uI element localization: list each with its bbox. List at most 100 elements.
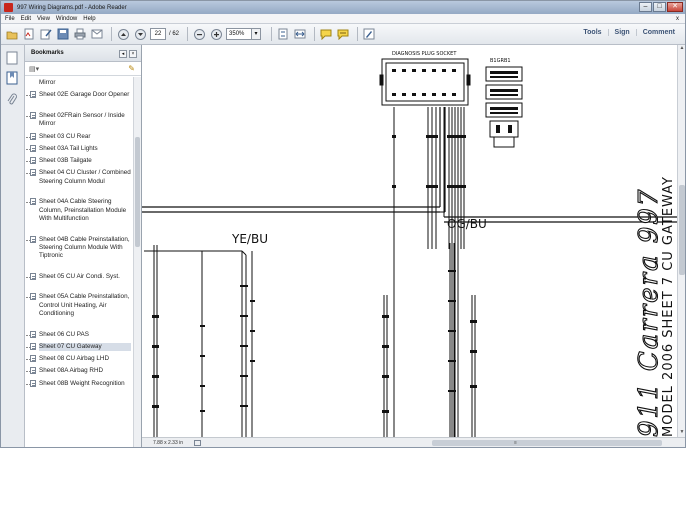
- bookmarks-icon[interactable]: [6, 71, 18, 85]
- bookmark-page-icon: [30, 111, 36, 119]
- menu-view[interactable]: View: [37, 16, 50, 22]
- panel-options-icon[interactable]: ◂: [119, 50, 127, 58]
- title-model: 911 Carrera 997: [634, 188, 664, 437]
- bookmark-item[interactable]: Sheet 08A Airbag RHD: [26, 367, 131, 375]
- bookmark-item[interactable]: Sheet 03 CU Rear: [26, 132, 131, 141]
- bookmark-item[interactable]: Sheet 04 CU Cluster / Combined Steering …: [26, 169, 131, 186]
- document-horizontal-scroll-thumb[interactable]: [432, 440, 662, 446]
- bookmark-item[interactable]: Sheet 02E Garage Door Opener: [26, 91, 131, 99]
- close-button[interactable]: ✕: [667, 2, 683, 12]
- zoom-out-icon[interactable]: [192, 27, 206, 41]
- bookmark-label: Sheet 07 CU Gateway: [39, 342, 102, 350]
- bookmark-page-icon: [30, 342, 36, 350]
- menu-help[interactable]: Help: [83, 16, 95, 22]
- toolbar-separator: [357, 27, 359, 41]
- zoom-in-icon[interactable]: [209, 27, 223, 41]
- bookmark-label: Sheet 04A Cable Steering Column, Preinst…: [39, 198, 127, 222]
- page-total: / 62: [169, 31, 180, 37]
- fit-width-icon[interactable]: [293, 27, 307, 41]
- bookmark-page-icon: [30, 330, 36, 338]
- minimize-button[interactable]: –: [639, 2, 652, 12]
- page-size-icon: [194, 440, 201, 446]
- zoom-level-input[interactable]: 350%: [226, 28, 253, 40]
- bookmark-item[interactable]: Sheet 07 CU Gateway: [26, 342, 131, 352]
- title-bar: 997 Wiring Diagrams.pdf - Adobe Reader –…: [1, 1, 685, 14]
- bookmark-item[interactable]: Sheet 02FRain Sensor / Inside Mirror: [26, 111, 131, 129]
- fit-page-icon[interactable]: [276, 27, 290, 41]
- bookmark-label: Sheet 06 CU PAS: [39, 330, 89, 338]
- bookmark-label: Sheet 02E Garage Door Opener: [39, 91, 130, 99]
- menu-bar: File Edit View Window Help x: [1, 14, 685, 24]
- maximize-button[interactable]: □: [653, 2, 666, 12]
- sign-pane-link[interactable]: Sign: [607, 29, 636, 36]
- bookmark-item[interactable]: Sheet 06 CU PAS: [26, 330, 131, 339]
- save-icon[interactable]: [56, 27, 70, 41]
- bookmark-item[interactable]: Sheet 05 CU Air Condi. Syst.: [26, 272, 131, 281]
- bookmarks-scroll-thumb[interactable]: [135, 137, 140, 247]
- new-bookmark-icon[interactable]: ✎: [128, 64, 135, 73]
- title-sheet: MODEL 2006 SHEET 7 CU GATEWAY: [661, 176, 676, 437]
- bookmark-item[interactable]: Sheet 04A Cable Steering Column, Preinst…: [26, 198, 131, 223]
- bookmark-item[interactable]: Sheet 03B Tailgate: [26, 157, 131, 165]
- scroll-up-icon[interactable]: ▲: [678, 45, 685, 53]
- bookmark-page-icon: [30, 198, 36, 206]
- create-pdf-icon[interactable]: [22, 27, 36, 41]
- menu-file[interactable]: File: [5, 16, 15, 22]
- toolbar-separator: [187, 27, 189, 41]
- menu-edit[interactable]: Edit: [21, 16, 31, 22]
- page-thumbnails-icon[interactable]: [6, 51, 18, 65]
- wire-label-ye-bu: YE/BU: [231, 232, 268, 246]
- close-document-button[interactable]: x: [676, 16, 679, 22]
- bookmarks-scrollbar[interactable]: [133, 77, 141, 447]
- bookmark-page-icon: [30, 367, 36, 375]
- tools-pane-link[interactable]: Tools: [577, 29, 607, 36]
- status-bar: 7.88 x 2.33 in ≡: [142, 437, 685, 447]
- open-folder-icon[interactable]: [5, 27, 19, 41]
- toolbar-separator: [111, 27, 112, 41]
- sign-icon[interactable]: [362, 27, 376, 41]
- edit-icon[interactable]: [39, 27, 53, 41]
- page-number-input[interactable]: 22: [150, 28, 166, 40]
- toolbar-separator: [271, 27, 273, 41]
- page-down-icon[interactable]: [133, 27, 147, 41]
- document-scroll-thumb[interactable]: [679, 185, 685, 275]
- bookmark-label: Sheet 03A Tail Lights: [39, 144, 98, 152]
- bookmark-item[interactable]: Sheet 08B Weight Recognition: [26, 379, 131, 388]
- email-icon[interactable]: [90, 27, 104, 41]
- bookmark-page-icon: [30, 355, 36, 363]
- close-panel-icon[interactable]: ×: [129, 50, 137, 58]
- scroll-down-icon[interactable]: ▼: [678, 429, 685, 437]
- bookmarks-header: Bookmarks ◂ ×: [25, 45, 141, 62]
- bookmark-item[interactable]: Sheet 04B Cable Preinstallation, Steerin…: [26, 235, 131, 261]
- bookmark-page-icon: [30, 379, 36, 387]
- highlight-icon[interactable]: [336, 27, 350, 41]
- bookmarks-title: Bookmarks: [31, 50, 64, 56]
- bookmark-page-icon: [30, 272, 36, 280]
- socket-label: DIAGNOSIS PLUG SOCKET: [392, 51, 457, 57]
- comment-icon[interactable]: [319, 27, 333, 41]
- comment-pane-link[interactable]: Comment: [635, 29, 681, 36]
- bookmark-page-icon: [30, 293, 36, 301]
- wiring-diagram-page: DIAGNOSIS PLUG SOCKET B1GRB1 YE/BU OG/BU…: [142, 51, 677, 437]
- document-vertical-scrollbar[interactable]: ▲ ▼: [677, 45, 685, 437]
- bookmark-item[interactable]: Sheet 08 CU Airbag LHD: [26, 355, 131, 363]
- bookmark-page-icon: [30, 91, 36, 99]
- bookmark-label: Sheet 08A Airbag RHD: [39, 367, 104, 375]
- menu-window[interactable]: Window: [56, 16, 77, 22]
- bookmark-item[interactable]: Sheet 05A Cable Preinstallation, Control…: [26, 293, 131, 318]
- bookmark-item[interactable]: Sheet 03A Tail Lights: [26, 144, 131, 153]
- bookmarks-panel: Bookmarks ◂ × ▤▾ ✎ Mirror Sheet 02E Garag…: [25, 45, 142, 447]
- bookmarks-toolbar: ▤▾ ✎: [25, 62, 141, 76]
- page-up-icon[interactable]: [116, 27, 130, 41]
- bookmark-page-icon: [30, 169, 36, 177]
- bookmark-item[interactable]: Mirror: [39, 79, 131, 87]
- bookmark-label: Sheet 05A Cable Preinstallation, Control…: [39, 293, 130, 317]
- zoom-dropdown-button[interactable]: ▾: [252, 28, 262, 40]
- connector-label: B1GRB1: [490, 58, 511, 64]
- document-view[interactable]: DIAGNOSIS PLUG SOCKET B1GRB1 YE/BU OG/BU…: [142, 45, 677, 437]
- print-icon[interactable]: [73, 27, 87, 41]
- bookmark-options-icon[interactable]: ▤▾: [29, 65, 39, 73]
- wire-label-og-bu: OG/BU: [447, 217, 487, 231]
- attachments-icon[interactable]: [6, 93, 18, 107]
- bookmark-label: Sheet 08 CU Airbag LHD: [39, 355, 110, 363]
